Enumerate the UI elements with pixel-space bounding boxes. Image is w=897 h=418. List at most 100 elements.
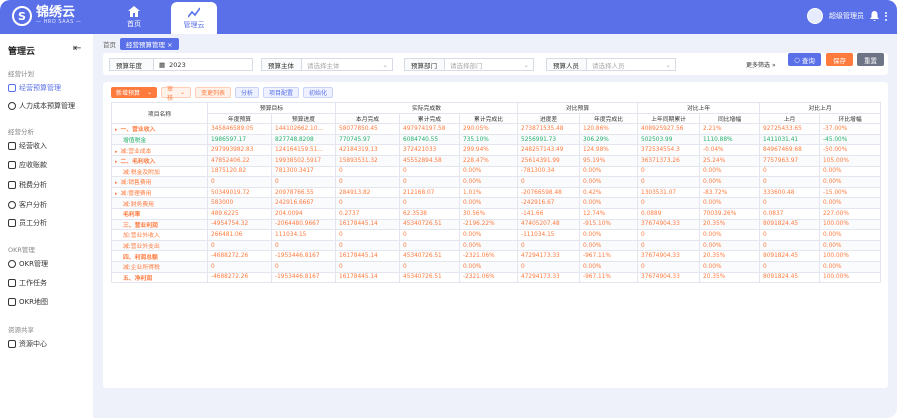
- person-placeholder: 请选择人员: [592, 61, 625, 70]
- table-cell: -83.72%: [699, 186, 761, 199]
- table-row[interactable]: 减:财务费用 583000 242916.6667 0 0 0.00% -242916.67…: [111, 197, 882, 209]
- table-cell: 0.00%: [819, 260, 882, 273]
- table-row[interactable]: 三、营业利润 -4954754.32 -2064480.9667 16178445.1…: [111, 218, 882, 231]
- chevron-down-icon: ⌄: [665, 60, 671, 69]
- sidebar-item-resources[interactable]: 资源中心: [8, 338, 88, 350]
- sidebar-item-budget[interactable]: 经营预算管理: [8, 82, 88, 94]
- table-cell: 47294173.33: [517, 271, 581, 284]
- budget-icon: [8, 84, 16, 92]
- sidebar-item-receivables[interactable]: 应收账款: [8, 159, 88, 171]
- table-row[interactable]: 减:营业外支出 0 0 0 0 0.00% 0 0.00% 0 0.00% 0 0.00%: [111, 239, 882, 252]
- home-icon: [128, 5, 140, 17]
- sidebar-item-tax[interactable]: 税费分析: [8, 179, 88, 191]
- sidebar-item-tasks[interactable]: 工作任务: [8, 277, 88, 289]
- analysis-button[interactable]: 分析: [235, 87, 260, 98]
- reset-button[interactable]: 重置: [857, 53, 884, 66]
- row-label-cell: 四、利润总额: [111, 250, 208, 262]
- expand-arrow-icon[interactable]: ▸: [115, 159, 118, 165]
- table-cell: 212168.07: [399, 186, 461, 199]
- dept-label: 预算部门: [404, 58, 444, 71]
- table-cell: 0.0837: [759, 207, 821, 220]
- tab-budget[interactable]: 经营预算管理 ×: [120, 37, 179, 50]
- table-row[interactable]: ▸ 二、毛利收入 47852406.22 19938502.5917 15893531.…: [111, 154, 882, 167]
- table-cell: -4688272.26: [207, 250, 272, 262]
- table-cell: 0: [335, 197, 401, 209]
- add-budget-button[interactable]: 新增预算 ⌄: [111, 87, 157, 98]
- table-row[interactable]: 减:企业所得税 0 0 0 0 0.00% 0 0.00% 0 0.00% 0 0.00%: [111, 260, 882, 273]
- table-row[interactable]: 五、净利润 -4688272.26 -1953446.8167 16178445.14…: [111, 271, 882, 284]
- table-cell: 0: [759, 260, 821, 273]
- sidebar-item-okr[interactable]: OKR管理: [8, 258, 88, 270]
- expand-arrow-icon[interactable]: ▸: [115, 191, 118, 197]
- sidebar-item-hr-cost[interactable]: 人力成本预算管理: [8, 100, 88, 112]
- save-button[interactable]: 保存: [826, 53, 853, 66]
- table-cell: 0: [759, 165, 821, 178]
- top-bar: S 锦绣云 — HRO SAAS — 首页 管理云 超级管理员: [0, 0, 897, 34]
- user-menu[interactable]: 超级管理员: [807, 8, 887, 24]
- init-button[interactable]: 初始化: [303, 87, 334, 98]
- table-row[interactable]: 毛利率 489.6225 204.0094 0.2737 62.3538 30.56% -1…: [111, 207, 882, 220]
- more-filters[interactable]: 更多筛选 »: [746, 60, 776, 69]
- sidebar-item-employee[interactable]: 员工分析: [8, 217, 88, 229]
- table-cell: -50.00%: [819, 144, 882, 156]
- subject-placeholder: 请选择主体: [307, 61, 340, 70]
- sidebar-item-label: 经营预算管理: [19, 84, 61, 92]
- close-icon[interactable]: ×: [167, 41, 172, 49]
- person-select[interactable]: 请选择人员 ⌄: [586, 58, 676, 71]
- table-cell: 0.00%: [459, 165, 519, 178]
- sidebar-item-label: 应收账款: [19, 161, 47, 169]
- bell-icon[interactable]: [870, 11, 879, 21]
- table-row[interactable]: ▸ 减:营业成本 297993982.83 124164159.51... 421843…: [111, 144, 882, 156]
- table-row[interactable]: 加:营业外收入 266481.06 111034.15 0 0 0.00% -111034.…: [111, 229, 882, 241]
- breadcrumb-home[interactable]: 首页: [103, 39, 116, 49]
- row-label: 增值税金: [123, 138, 147, 145]
- table-cell: 0.00%: [459, 260, 519, 273]
- logo-icon: S: [12, 6, 32, 26]
- breadcrumb: 首页 经营预算管理 ×: [103, 37, 179, 50]
- change-list-button[interactable]: 变更列表: [195, 87, 232, 98]
- col-header: 上年同期累计: [637, 112, 701, 125]
- project-config-button[interactable]: 项目配置: [263, 87, 300, 98]
- table-cell: 1.01%: [459, 186, 519, 199]
- table-cell: 770745.97: [335, 133, 401, 146]
- sidebar-item-okr-map[interactable]: OKR地图: [8, 296, 88, 308]
- review-button[interactable]: 审核 ⌄: [161, 86, 191, 102]
- table-row[interactable]: ▸ 减:管理费用 50349019.72 20978766.55 284913.82 21…: [111, 186, 882, 199]
- table-cell: 0: [335, 229, 401, 241]
- nav-home[interactable]: 首页: [111, 0, 157, 34]
- sidebar-item-revenue[interactable]: 经营收入: [8, 140, 88, 152]
- subject-select[interactable]: 请选择主体 ⌄: [301, 58, 393, 71]
- table-cell: 0: [517, 239, 581, 252]
- dept-select[interactable]: 请选择部门 ⌄: [444, 58, 534, 71]
- filter-bar: 预算年度 ▦ 2023 预算主体 请选择主体 ⌄ 预算部门 请选择部门 ⌄ 预算人员 …: [103, 53, 888, 75]
- collapse-icon[interactable]: ⇤: [73, 43, 81, 54]
- sidebar-item-customer[interactable]: 客户分析: [8, 199, 88, 211]
- more-icon[interactable]: [885, 11, 887, 21]
- table-cell: 92725433.65: [759, 123, 821, 135]
- table-row[interactable]: 减:税金及附加 1875120.82 781300.3417 0 0 0.00% -7813…: [111, 165, 882, 178]
- table-cell: 16178445.14: [335, 218, 401, 231]
- table-cell: 47852406.22: [207, 154, 272, 167]
- expand-arrow-icon[interactable]: ▸: [115, 180, 118, 186]
- chevron-down-icon: ⌄: [382, 60, 388, 69]
- expand-arrow-icon[interactable]: ▸: [115, 149, 118, 155]
- table-row[interactable]: ▸ 减:销售费用 0 0 0 0 0.00% 0 0.00% 0 0.00% 0 0.00%: [111, 176, 882, 188]
- table-cell: 62.3538: [399, 207, 461, 220]
- app-subtitle: — HRO SAAS —: [36, 19, 82, 25]
- dept-placeholder: 请选择部门: [450, 61, 483, 70]
- table-cell: 1110.88%: [699, 133, 761, 146]
- table-cell: 25614391.99: [517, 154, 581, 167]
- nav-management[interactable]: 管理云: [171, 2, 217, 34]
- table-row[interactable]: 增值税金 1986597.17 827748.8208 770745.97 608474…: [111, 133, 882, 146]
- table-row[interactable]: 四、利润总额 -4688272.26 -1953446.8167 16178445.1…: [111, 250, 882, 262]
- sidebar-item-label: 工作任务: [19, 279, 47, 287]
- row-label: 减:管理费用: [120, 191, 152, 198]
- reset-label: 重置: [864, 56, 877, 65]
- expand-arrow-icon[interactable]: ▸: [115, 127, 118, 133]
- year-input[interactable]: ▦ 2023: [153, 58, 253, 71]
- table-toolbar: 新增预算 ⌄ 审核 ⌄ 变更列表 分析 项目配置 初始化: [111, 86, 334, 102]
- table-cell: 408925927.56: [637, 123, 701, 135]
- table-row[interactable]: ▸ 一、营业收入 345846589.05 144102662.10... 580778…: [111, 123, 882, 135]
- table-cell: 20.35%: [699, 250, 761, 262]
- query-button[interactable]: ○ 查询: [788, 53, 821, 66]
